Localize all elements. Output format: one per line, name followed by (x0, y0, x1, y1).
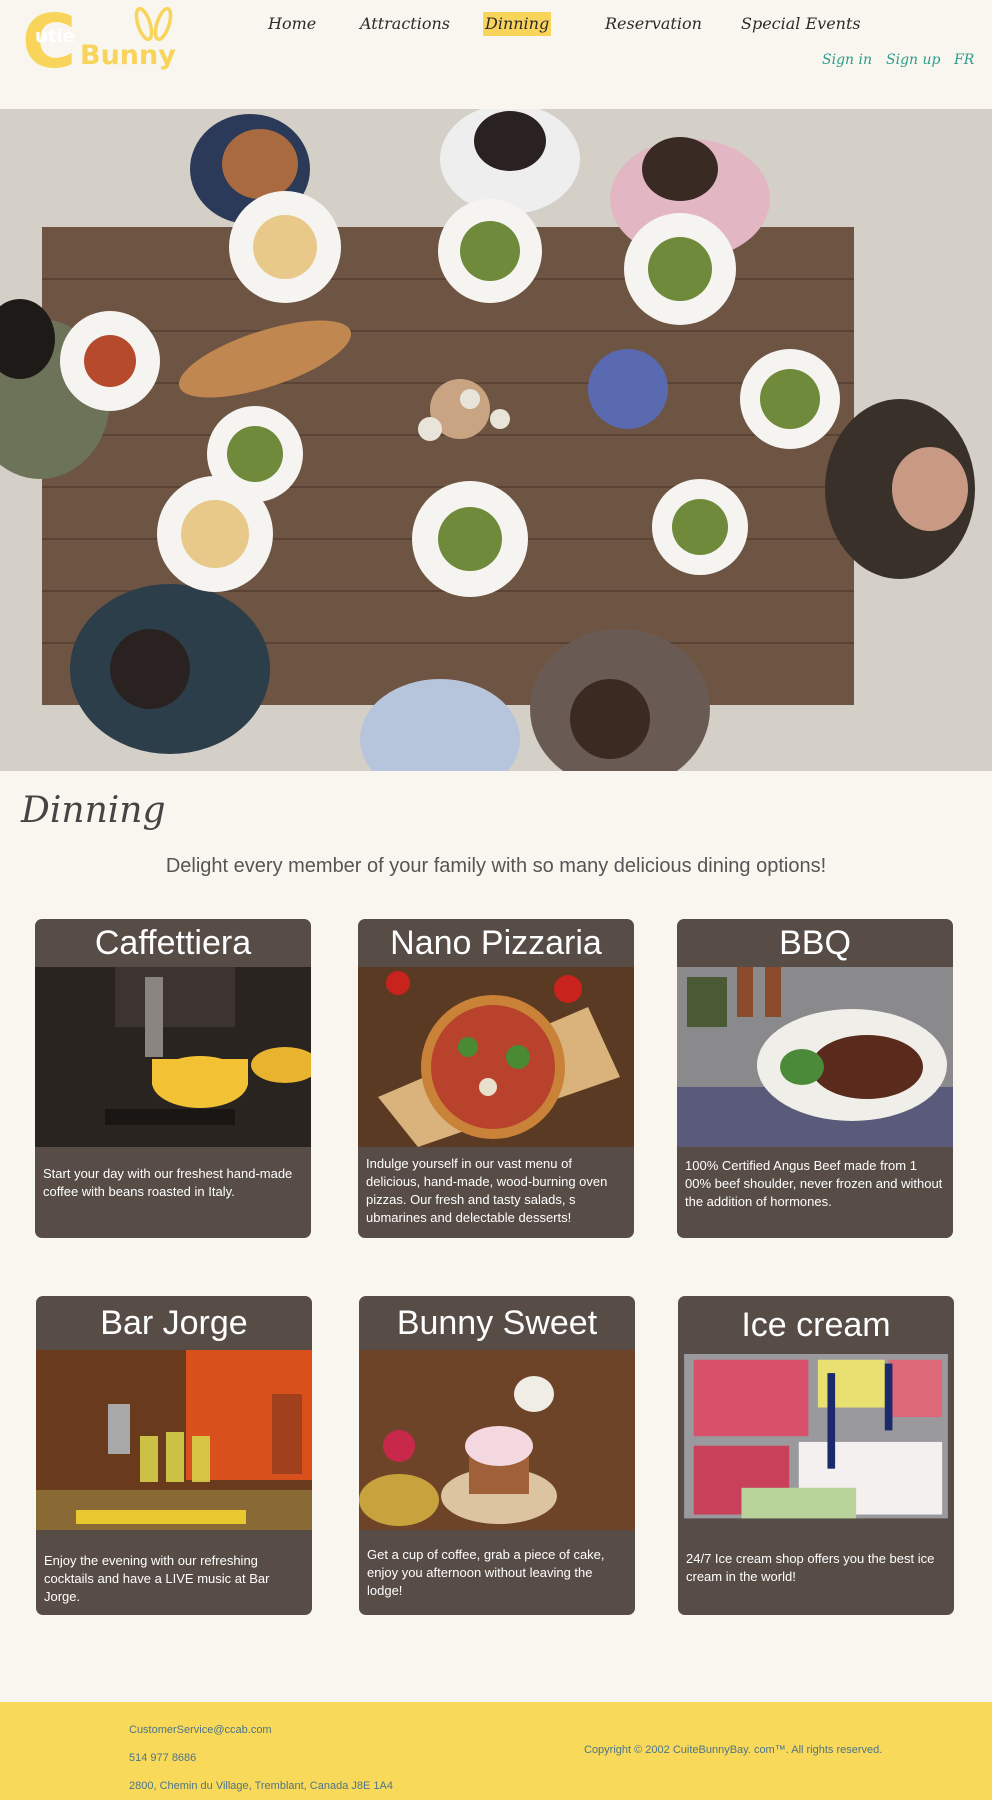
card-title: Caffettiera (94, 924, 252, 962)
card-description: Get a cup of coffee, grab a piece of cak… (367, 1547, 605, 1598)
card-description: Indulge yourself in our vast menu of del… (366, 1156, 608, 1225)
card-description: Start your day with our freshest hand-ma… (43, 1166, 293, 1199)
ice-cream-photo (684, 1354, 948, 1519)
card-description: 24/7 Ice cream shop offers you the best … (686, 1551, 935, 1584)
footer-email[interactable]: CustomerService@ccab.com (129, 1724, 272, 1736)
nav-reservation[interactable]: Reservation (605, 12, 702, 36)
cake-photo (359, 1350, 635, 1530)
pizza-photo (358, 967, 634, 1147)
card-title: Nano Pizzaria (390, 924, 602, 962)
card-title: BBQ (779, 924, 851, 962)
hero-image (0, 109, 992, 771)
sign-in-link[interactable]: Sign in (822, 52, 872, 68)
page-title: Dinning (21, 790, 166, 831)
nav-special-events[interactable]: Special Events (741, 12, 861, 36)
footer-address: 2800, Chemin du Village, Tremblant, Cana… (129, 1780, 393, 1792)
card-bunny-sweet[interactable]: Bunny Sweet Get a cup of coffee, grab a … (359, 1296, 635, 1615)
site-header: C utie Bunny Home Attractions Dinning Re… (0, 0, 992, 109)
cocktail-photo (36, 1350, 312, 1530)
sign-up-link[interactable]: Sign up (886, 52, 940, 68)
card-bar-jorge[interactable]: Bar Jorge Enjoy the evening with our ref… (36, 1296, 312, 1615)
nav-attractions[interactable]: Attractions (360, 12, 450, 36)
language-toggle[interactable]: FR (954, 52, 974, 68)
card-title: Ice cream (741, 1306, 891, 1344)
logo-large-text: Bunny (80, 40, 176, 71)
coffee-photo (35, 967, 311, 1147)
dinner-table-photo (0, 109, 992, 771)
main-nav: Home Attractions Dinning Reservation Spe… (0, 12, 992, 42)
nav-dinning[interactable]: Dinning (483, 12, 552, 36)
card-nano-pizzaria[interactable]: Nano Pizzaria Indulge yourself in our va… (358, 919, 634, 1238)
footer-phone: 514 977 8686 (129, 1752, 197, 1764)
card-title: Bar Jorge (100, 1304, 248, 1342)
card-bbq[interactable]: BBQ 100% Certified Angus Beef made from … (677, 919, 953, 1238)
site-footer: CustomerService@ccab.com 514 977 8686 28… (0, 1702, 992, 1800)
card-title: Bunny Sweet (396, 1304, 598, 1342)
card-description: Enjoy the evening with our refreshing co… (44, 1553, 270, 1604)
page-tagline: Delight every member of your family with… (165, 855, 827, 877)
nav-home[interactable]: Home (268, 12, 316, 36)
card-description: 100% Certified Angus Beef made from 1 00… (685, 1158, 943, 1209)
card-caffettiera[interactable]: Caffettiera Start your day with our fres… (35, 919, 311, 1238)
footer-copyright: Copyright © 2002 CuiteBunnyBay. com™. Al… (584, 1744, 883, 1756)
bbq-photo (677, 967, 953, 1147)
card-ice-cream[interactable]: Ice cream 24/7 Ice cream shop offers you… (678, 1296, 954, 1615)
